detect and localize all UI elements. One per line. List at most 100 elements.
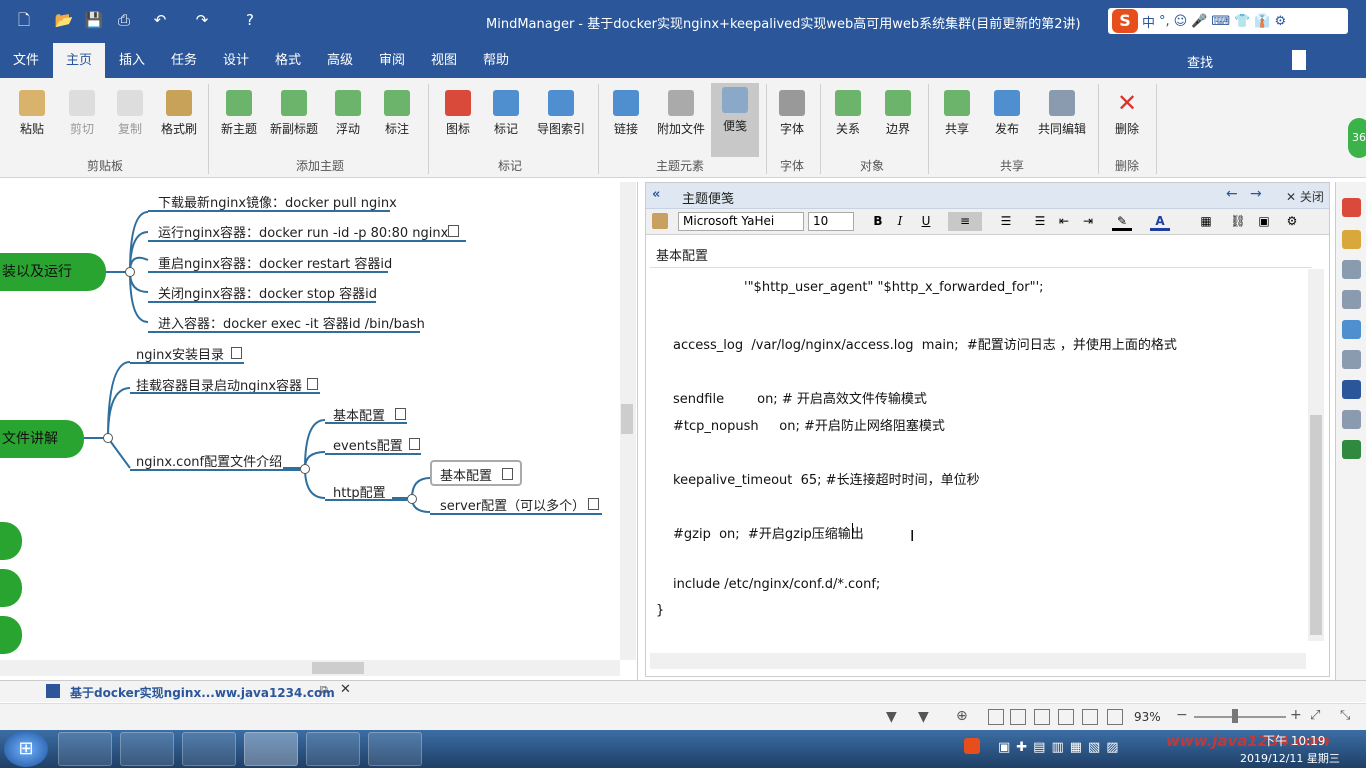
fit-page-icon[interactable]: ⤡ — [1340, 708, 1350, 723]
topic-node[interactable]: 进入容器：docker exec -it 容器id /bin/bash — [158, 313, 425, 332]
close-button[interactable]: ✕ 关闭 — [1286, 188, 1324, 205]
notes-horizontal-scrollbar[interactable] — [650, 653, 1306, 669]
ime-item[interactable]: 🎤 — [1191, 14, 1207, 29]
callout-button[interactable]: 标注 — [376, 86, 418, 156]
ime-item[interactable]: ⚙ — [1275, 14, 1287, 29]
publish-button[interactable]: 发布 — [987, 86, 1027, 156]
tab-help[interactable]: 帮助 — [470, 43, 522, 78]
cut-button[interactable]: 剪切 — [62, 86, 102, 156]
relationship-button[interactable]: 关系 — [828, 86, 868, 156]
zoom-slider[interactable] — [1194, 716, 1286, 718]
icon-button[interactable]: 图标 — [438, 86, 478, 156]
share-button[interactable]: 共享 — [937, 86, 977, 156]
prev-arrow-icon[interactable]: ← — [1226, 186, 1238, 202]
ime-item[interactable]: 👕 — [1234, 14, 1250, 29]
collapse-pane-icon[interactable]: « — [652, 187, 660, 202]
map-index-button[interactable]: 导图索引 — [534, 86, 588, 156]
topic-node[interactable]: server配置（可以多个） — [440, 495, 585, 514]
scrollbar-thumb[interactable] — [1310, 415, 1322, 635]
view-schedule-icon[interactable] — [1034, 709, 1050, 725]
redo-icon[interactable]: ↷ — [192, 10, 212, 30]
tab-view[interactable]: 视图 — [418, 43, 470, 78]
paste-button[interactable]: 粘贴 — [12, 86, 52, 156]
tab-task[interactable]: 任务 — [158, 43, 210, 78]
note-icon[interactable] — [448, 225, 459, 237]
format-painter-button[interactable]: 格式刷 — [158, 86, 200, 156]
filter-options-icon[interactable]: ▼ — [918, 709, 929, 725]
view-gantt-icon[interactable] — [1107, 709, 1123, 725]
document-tab[interactable]: 基于docker实现nginx...ww.java1234.com — [70, 684, 335, 701]
horizontal-scrollbar[interactable] — [0, 660, 620, 676]
note-editor[interactable]: '"$http_user_agent" "$http_x_forwarded_f… — [646, 269, 1306, 641]
taskbar-app-chrome[interactable] — [306, 732, 360, 766]
copy-button[interactable]: 复制 — [110, 86, 150, 156]
indent-icon[interactable]: ⇥ — [1078, 212, 1098, 231]
tab-review[interactable]: 审阅 — [366, 43, 418, 78]
collapse-icon[interactable] — [300, 464, 310, 474]
central-node[interactable]: 装以及运行 — [0, 253, 106, 291]
view-map-icon[interactable] — [988, 709, 1004, 725]
font-size-select[interactable]: 10 — [808, 212, 854, 231]
tag-button[interactable]: 标记 — [486, 86, 526, 156]
zoom-in-icon[interactable]: + — [1290, 707, 1302, 723]
font-color-icon[interactable]: A — [1150, 212, 1170, 231]
scrollbar-thumb[interactable] — [312, 662, 364, 674]
sogou-tray-icon[interactable] — [964, 738, 980, 754]
map-parts-icon[interactable] — [1342, 290, 1361, 309]
topic-node[interactable]: 重启nginx容器：docker restart 容器id — [158, 253, 392, 272]
taskbar-app-mindmanager[interactable] — [244, 732, 298, 766]
taskbar-app[interactable] — [58, 732, 112, 766]
ime-item[interactable]: 👔 — [1254, 14, 1270, 29]
bold-icon[interactable]: B — [868, 212, 888, 231]
boundary-button[interactable]: 边界 — [878, 86, 918, 156]
save-icon[interactable]: 💾 — [84, 10, 104, 30]
collapse-icon[interactable] — [407, 494, 417, 504]
restore-icon[interactable]: ⧉ — [320, 683, 328, 697]
marker-icon[interactable] — [1342, 198, 1361, 217]
new-topic-button[interactable]: 新主题 — [216, 86, 262, 156]
topic-node[interactable]: 运行nginx容器：docker run -id -p 80:80 nginx — [158, 222, 448, 241]
more-options-icon[interactable]: ⚙ — [1282, 212, 1302, 231]
notes-button[interactable]: 便笺 — [711, 83, 759, 157]
attach-file-button[interactable]: 附加文件 — [654, 86, 708, 156]
image-icon[interactable]: ▣ — [1254, 212, 1274, 231]
bullet-list-icon[interactable]: ☰ — [1030, 212, 1050, 231]
delete-button[interactable]: ✕ 删除 — [1106, 86, 1148, 156]
zoom-out-icon[interactable]: − — [1176, 707, 1188, 723]
floating-topic-button[interactable]: 浮动 — [328, 86, 368, 156]
topic-node[interactable]: 关闭nginx容器：docker stop 容器id — [158, 283, 377, 302]
taskbar-app-explorer[interactable] — [368, 732, 422, 766]
taskbar-app[interactable] — [182, 732, 236, 766]
topic-node[interactable]: nginx.conf配置文件介绍 — [136, 451, 282, 470]
link-button[interactable]: 链接 — [606, 86, 646, 156]
tab-design[interactable]: 设计 — [210, 43, 262, 78]
note-icon[interactable] — [588, 498, 599, 510]
collapse-icon[interactable] — [125, 267, 135, 277]
link-icon[interactable]: ⛓ — [1228, 212, 1248, 231]
note-icon[interactable] — [231, 347, 242, 359]
tab-format[interactable]: 格式 — [262, 43, 314, 78]
view-link-icon[interactable] — [1058, 709, 1074, 725]
tab-file[interactable]: 文件 — [0, 43, 52, 78]
tray-icons[interactable]: ▣✚▤▥▦▧▨ — [998, 740, 1125, 755]
map-canvas[interactable]: 装以及运行 文件讲解 下载最新nginx镜像：docker pull nginx… — [0, 182, 638, 682]
tab-home[interactable]: 主页 — [53, 43, 106, 78]
overview-icon[interactable] — [1342, 380, 1361, 399]
ime-item[interactable]: ⌨ — [1211, 14, 1230, 29]
floating-badge[interactable]: 36 — [1348, 118, 1366, 158]
new-file-icon[interactable]: 🗋 — [14, 10, 34, 30]
zoom-slider-thumb[interactable] — [1232, 709, 1238, 723]
next-arrow-icon[interactable]: → — [1250, 186, 1262, 202]
library-icon[interactable] — [1342, 320, 1361, 339]
resource-icon[interactable] — [1342, 260, 1361, 279]
ime-item[interactable]: °, — [1159, 14, 1170, 29]
highlight-icon[interactable]: ✎ — [1112, 212, 1132, 231]
excel-icon[interactable] — [1342, 440, 1361, 459]
numbered-list-icon[interactable]: ☰ — [996, 212, 1016, 231]
taskbar-app[interactable] — [120, 732, 174, 766]
note-icon[interactable] — [409, 438, 420, 450]
clock-date[interactable]: 2019/12/11 星期三 — [1240, 750, 1340, 766]
topic-node[interactable]: 基本配置 — [440, 465, 492, 484]
table-icon[interactable]: ▦ — [1196, 212, 1216, 231]
fit-map-icon[interactable]: ⤢ — [1310, 708, 1320, 723]
